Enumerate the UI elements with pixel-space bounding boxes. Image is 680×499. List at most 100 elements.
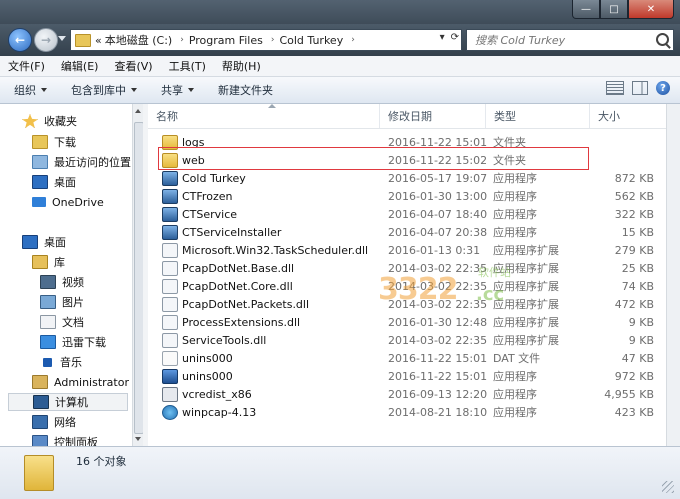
file-name-cell[interactable]: vcredist_x86	[162, 385, 252, 403]
forward-button[interactable]: →	[34, 28, 58, 52]
sidebar-item-libraries[interactable]: 库	[32, 253, 65, 271]
close-button[interactable]: ✕	[628, 0, 674, 19]
file-name-cell[interactable]: logs	[162, 133, 205, 151]
file-name-cell[interactable]: ServiceTools.dll	[162, 331, 266, 349]
file-name-cell[interactable]: ProcessExtensions.dll	[162, 313, 300, 331]
file-name-cell[interactable]: Cold Turkey	[162, 169, 246, 187]
help-icon[interactable]: ?	[656, 81, 670, 95]
breadcrumb-overflow[interactable]: «	[95, 34, 102, 47]
file-list-scrollbar[interactable]	[666, 104, 680, 446]
file-date: 2016-11-22 15:01	[388, 369, 488, 383]
sidebar-item-music[interactable]: 音乐	[40, 353, 82, 371]
maximize-button[interactable]: □	[600, 0, 628, 19]
menu-edit[interactable]: 编辑(E)	[53, 58, 107, 74]
file-row[interactable]: unins000 2016-11-22 15:01 应用程序 972 KB	[148, 367, 666, 385]
file-date: 2016-05-17 19:07	[388, 171, 488, 185]
file-row[interactable]: Microsoft.Win32.TaskScheduler.dll 2016-01…	[148, 241, 666, 259]
search-box[interactable]	[466, 29, 674, 51]
sidebar-item-pictures[interactable]: 图片	[40, 293, 84, 311]
file-name-cell[interactable]: unins000	[162, 367, 233, 385]
sidebar-item-recent-places[interactable]: 最近访问的位置	[32, 153, 131, 171]
back-button[interactable]: ←	[8, 28, 32, 52]
refresh-icon[interactable]: ⟳	[451, 32, 459, 43]
preview-pane-icon[interactable]	[632, 81, 648, 95]
file-name-cell[interactable]: PcapDotNet.Packets.dll	[162, 295, 309, 313]
search-input[interactable]	[473, 32, 657, 48]
menu-view[interactable]: 查看(V)	[106, 58, 160, 74]
navigation-bar: ← → « 本地磁盘 (C:) › Program Files › Cold T…	[0, 24, 680, 56]
user-folder-icon	[32, 375, 48, 389]
chevron-right-icon[interactable]: ›	[271, 35, 275, 45]
dll-file-icon	[162, 278, 178, 294]
file-row[interactable]: unins000 2016-11-22 15:01 DAT 文件 47 KB	[148, 349, 666, 367]
file-row[interactable]: ServiceTools.dll 2014-03-02 22:35 应用程序扩展 9 …	[148, 331, 666, 349]
file-name-cell[interactable]: unins000	[162, 349, 233, 367]
sidebar-item-network[interactable]: 网络	[32, 413, 76, 431]
address-bar[interactable]: « 本地磁盘 (C:) › Program Files › Cold Turke…	[70, 29, 462, 51]
sidebar-item-documents[interactable]: 文档	[40, 313, 84, 331]
file-name-cell[interactable]: CTService	[162, 205, 237, 223]
file-row[interactable]: PcapDotNet.Core.dll 2014-03-02 22:35 应用程序扩…	[148, 277, 666, 295]
breadcrumb-cold-turkey[interactable]: Cold Turkey	[279, 34, 343, 47]
sidebar-item-control-panel[interactable]: 控制面板	[32, 433, 98, 446]
sidebar-item-favorites[interactable]: 收藏夹	[22, 112, 77, 130]
sidebar-item-thunder-downloads[interactable]: 迅雷下载	[40, 333, 106, 351]
recent-pages-dropdown-icon[interactable]	[58, 36, 66, 41]
file-name-cell[interactable]: web	[162, 151, 205, 169]
file-row[interactable]: CTService 2016-04-07 18:40 应用程序 322 KB	[148, 205, 666, 223]
column-name[interactable]: 名称	[148, 104, 380, 128]
sidebar-item-label: 视频	[62, 276, 84, 289]
column-header-row: 名称 修改日期 类型 大小	[148, 104, 666, 129]
file-row[interactable]: logs 2016-11-22 15:01 文件夹	[148, 133, 666, 151]
column-size[interactable]: 大小	[590, 104, 666, 128]
scroll-up-icon[interactable]	[135, 109, 141, 113]
file-row[interactable]: web 2016-11-22 15:02 文件夹	[148, 151, 666, 169]
column-date-modified[interactable]: 修改日期	[380, 104, 486, 128]
sidebar-item-label: 下载	[54, 136, 76, 149]
sidebar-item-onedrive[interactable]: OneDrive	[32, 193, 104, 211]
file-row[interactable]: CTServiceInstaller 2016-04-07 20:38 应用程序 15…	[148, 223, 666, 241]
file-date: 2016-09-13 12:20	[388, 387, 488, 401]
resize-grip-icon[interactable]	[662, 481, 674, 493]
file-row[interactable]: PcapDotNet.Base.dll 2014-03-02 22:35 应用程序扩…	[148, 259, 666, 277]
computer-icon	[33, 395, 49, 409]
sidebar-item-videos[interactable]: 视频	[40, 273, 84, 291]
file-name-cell[interactable]: CTServiceInstaller	[162, 223, 281, 241]
scroll-down-icon[interactable]	[135, 437, 141, 441]
sidebar-item-desktop-root[interactable]: 桌面	[22, 233, 66, 251]
organize-button[interactable]: 组织	[0, 82, 57, 98]
menu-help[interactable]: 帮助(H)	[214, 58, 269, 74]
dll-file-icon	[162, 314, 178, 330]
file-row[interactable]: vcredist_x86 2016-09-13 12:20 应用程序 4,955 KB	[148, 385, 666, 403]
sidebar-item-downloads[interactable]: 下载	[32, 133, 76, 151]
chevron-right-icon[interactable]: ›	[351, 35, 355, 45]
menu-file[interactable]: 文件(F)	[0, 58, 53, 74]
sidebar-item-desktop[interactable]: 桌面	[32, 173, 76, 191]
new-folder-button[interactable]: 新建文件夹	[204, 82, 283, 98]
sidebar-item-computer[interactable]: 计算机	[8, 393, 128, 411]
breadcrumb-drive[interactable]: 本地磁盘 (C:)	[105, 32, 172, 48]
address-dropdown-icon[interactable]: ▾	[440, 32, 445, 43]
file-row[interactable]: winpcap-4.13 2014-08-21 18:10 应用程序 423 KB	[148, 403, 666, 421]
chevron-right-icon[interactable]: ›	[180, 35, 184, 45]
menu-tools[interactable]: 工具(T)	[161, 58, 214, 74]
file-row[interactable]: PcapDotNet.Packets.dll 2014-03-02 22:35 应用…	[148, 295, 666, 313]
search-icon[interactable]	[656, 33, 669, 46]
file-row[interactable]: ProcessExtensions.dll 2016-01-30 12:48 应用程…	[148, 313, 666, 331]
file-name-cell[interactable]: winpcap-4.13	[162, 403, 256, 421]
file-name: unins000	[182, 369, 233, 383]
file-row[interactable]: Cold Turkey 2016-05-17 19:07 应用程序 872 KB	[148, 169, 666, 187]
file-name-cell[interactable]: PcapDotNet.Core.dll	[162, 277, 293, 295]
include-in-library-button[interactable]: 包含到库中	[57, 82, 147, 98]
desktop-icon	[22, 235, 38, 249]
file-name-cell[interactable]: PcapDotNet.Base.dll	[162, 259, 294, 277]
minimize-button[interactable]: —	[572, 0, 600, 19]
sidebar-item-administrator[interactable]: Administrator	[32, 373, 129, 391]
file-row[interactable]: CTFrozen 2016-01-30 13:00 应用程序 562 KB	[148, 187, 666, 205]
share-button[interactable]: 共享	[147, 82, 204, 98]
file-name-cell[interactable]: CTFrozen	[162, 187, 232, 205]
column-type[interactable]: 类型	[486, 104, 590, 128]
breadcrumb-program-files[interactable]: Program Files	[189, 34, 263, 47]
file-name-cell[interactable]: Microsoft.Win32.TaskScheduler.dll	[162, 241, 368, 259]
change-view-icon[interactable]	[606, 81, 624, 95]
